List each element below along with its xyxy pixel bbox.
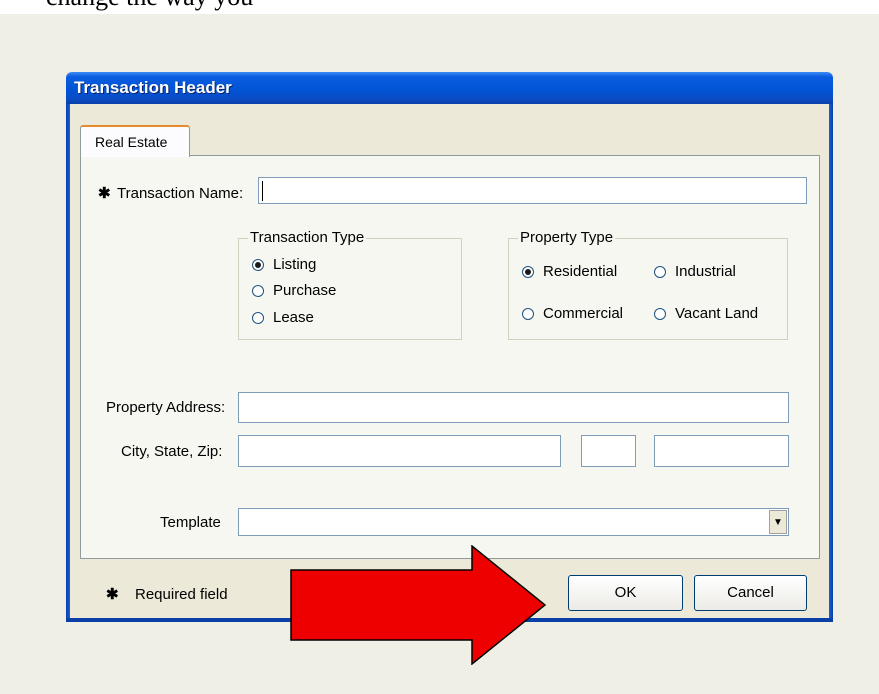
transaction-name-label: Transaction Name: [117,185,244,202]
state-input[interactable] [581,435,636,467]
chevron-down-icon[interactable]: ▼ [769,510,787,534]
transaction-name-input[interactable] [258,177,807,204]
radio-checked-icon [522,265,534,278]
radio-lease[interactable]: Lease [252,309,314,326]
property-type-legend: Property Type [518,229,616,246]
template-label: Template [160,514,221,531]
template-select[interactable]: ▼ [238,508,789,536]
zip-input[interactable] [654,435,789,467]
cancel-button[interactable]: Cancel [694,575,807,611]
city-input[interactable] [238,435,561,467]
required-star-icon: ✱ [98,185,111,202]
window-border-right [829,104,833,622]
radio-label: Industrial [675,263,736,280]
city-state-zip-label: City, State, Zip: [121,443,223,460]
radio-label: Purchase [273,282,337,299]
window-border-left [66,104,70,622]
radio-label: Commercial [543,305,624,322]
text-caret [262,181,263,201]
required-star-icon: ✱ [106,586,119,603]
radio-icon [654,307,666,320]
radio-label: Residential [543,263,618,280]
radio-purchase[interactable]: Purchase [252,282,336,299]
radio-commercial[interactable]: Commercial [522,305,623,322]
required-field-note: Required field [135,586,228,603]
red-arrow-icon [290,545,547,665]
transaction-type-legend: Transaction Type [248,229,367,246]
dialog-title: Transaction Header [74,78,232,97]
radio-listing[interactable]: Listing [252,256,316,273]
radio-icon [522,307,534,320]
property-address-label: Property Address: [106,399,226,416]
radio-residential[interactable]: Residential [522,263,617,280]
radio-checked-icon [252,258,264,271]
background-text-strip: change the way you [0,0,879,14]
background-text: change the way you [46,0,253,12]
radio-label: Vacant Land [675,305,759,322]
title-bar[interactable]: Transaction Header [66,72,833,104]
radio-industrial[interactable]: Industrial [654,263,736,280]
ok-button[interactable]: OK [568,575,683,611]
tab-label: Real Estate [95,134,168,150]
tab-real-estate[interactable]: Real Estate [80,125,190,157]
real-estate-panel [80,155,820,559]
radio-icon [654,265,666,278]
property-address-input[interactable] [238,392,789,423]
transaction-type-group: Transaction Type Listing Purchase Lease [238,229,462,340]
radio-label: Listing [273,256,317,273]
property-type-group: Property Type Residential Industrial Com… [508,229,788,340]
radio-icon [252,284,264,297]
radio-label: Lease [273,309,314,326]
radio-icon [252,311,264,324]
radio-vacant-land[interactable]: Vacant Land [654,305,758,322]
